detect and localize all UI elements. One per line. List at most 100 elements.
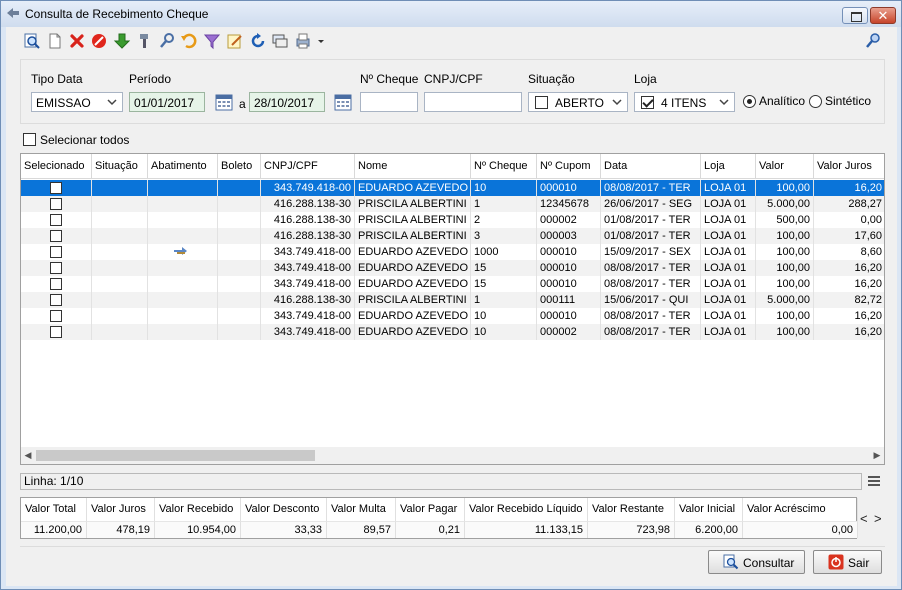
column-header[interactable]: Abatimento [148, 154, 218, 179]
cancel-icon[interactable] [90, 32, 108, 50]
row-checkbox[interactable] [50, 198, 62, 210]
close-button[interactable]: ✕ [870, 7, 896, 24]
cell-nome: EDUARDO AZEVEDO [355, 244, 471, 260]
down-arrow-icon[interactable] [113, 32, 131, 50]
loja-select[interactable]: 4 ITENS [634, 92, 735, 112]
scrollbar-thumb[interactable] [36, 450, 315, 461]
row-checkbox[interactable] [50, 230, 62, 242]
select-all-checkbox[interactable] [23, 133, 36, 146]
cell-cupom: 000010 [537, 180, 601, 196]
cheque-field[interactable] [360, 92, 418, 112]
summary-value: 478,19 [87, 521, 155, 538]
cnpj-field[interactable] [424, 92, 522, 112]
filter-icon[interactable] [203, 32, 221, 50]
column-header[interactable]: CNPJ/CPF [261, 154, 355, 179]
scroll-left-icon[interactable]: ◀ [23, 450, 33, 461]
empty-cell [218, 244, 261, 260]
empty-cell [92, 196, 148, 212]
new-doc-icon[interactable] [46, 32, 64, 50]
maximize-button[interactable] [842, 7, 868, 24]
menu-icon[interactable] [867, 475, 881, 487]
summary-next-button[interactable]: > [874, 511, 882, 526]
sair-button[interactable]: Sair [813, 550, 882, 574]
row-checkbox[interactable] [50, 246, 62, 258]
analitico-radio[interactable] [743, 95, 756, 108]
scroll-right-icon[interactable]: ▶ [872, 450, 882, 461]
periodo-end-field[interactable]: 28/10/2017 [249, 92, 325, 112]
row-checkbox[interactable] [50, 310, 62, 322]
column-header[interactable]: Selecionado [21, 154, 92, 179]
column-header[interactable]: Boleto [218, 154, 261, 179]
cell-data: 08/08/2017 - TER [601, 260, 701, 276]
key-edit-icon[interactable] [158, 32, 176, 50]
empty-cell [92, 260, 148, 276]
cell-nome: EDUARDO AZEVEDO [355, 180, 471, 196]
table-row[interactable]: 343.749.418-00 EDUARDO AZEVEDO 10 000002 08/… [21, 324, 884, 340]
table-row[interactable]: 416.288.138-30 PRISCILA ALBERTINI 1 1234567… [21, 196, 884, 212]
column-header[interactable]: Loja [701, 154, 756, 179]
empty-cell [218, 228, 261, 244]
delete-x-icon[interactable] [68, 32, 86, 50]
row-checkbox[interactable] [50, 214, 62, 226]
table-row[interactable]: 343.749.418-00 EDUARDO AZEVEDO 1000 000010 1… [21, 244, 884, 260]
table-row[interactable]: 343.749.418-00 EDUARDO AZEVEDO 15 000010 08/… [21, 276, 884, 292]
dropdown-icon[interactable] [312, 32, 324, 50]
row-checkbox[interactable] [50, 326, 62, 338]
row-checkbox[interactable] [50, 294, 62, 306]
table-row[interactable]: 343.749.418-00 EDUARDO AZEVEDO 15 000010 08/… [21, 260, 884, 276]
summary-header: Valor Juros [87, 498, 155, 521]
cell-juros: 16,20 [814, 276, 884, 292]
calendar-end-icon[interactable] [333, 92, 353, 112]
column-header[interactable]: Data [601, 154, 701, 179]
table-row[interactable]: 416.288.138-30 PRISCILA ALBERTINI 1 000111 1… [21, 292, 884, 308]
situacao-select[interactable]: ABERTO [528, 92, 628, 112]
select-all-label: Selecionar todos [40, 133, 130, 147]
sintetico-radio[interactable] [809, 95, 822, 108]
client-area: Tipo Data EMISSAO Período 01/01/2017 a 2… [6, 27, 897, 586]
cell-cnpj: 343.749.418-00 [261, 308, 355, 324]
cell-data: 01/08/2017 - TER [601, 228, 701, 244]
tipo-data-select[interactable]: EMISSAO [31, 92, 123, 112]
cell-loja: LOJA 01 [701, 276, 756, 292]
consultar-button[interactable]: Consultar [708, 550, 805, 574]
horizontal-scrollbar[interactable]: ◀ ▶ [21, 447, 884, 464]
edit-icon[interactable] [226, 32, 244, 50]
power-icon [828, 554, 844, 570]
cell-cnpj: 343.749.418-00 [261, 324, 355, 340]
row-checkbox[interactable] [50, 278, 62, 290]
layers-icon[interactable] [271, 32, 289, 50]
column-header[interactable]: Situação [92, 154, 148, 179]
column-header[interactable]: Valor [756, 154, 814, 179]
empty-cell [92, 324, 148, 340]
periodo-start-field[interactable]: 01/01/2017 [129, 92, 205, 112]
transfer-arrows-icon[interactable] [173, 246, 189, 258]
table-row[interactable]: 416.288.138-30 PRISCILA ALBERTINI 2 000002 0… [21, 212, 884, 228]
column-header[interactable]: Nº Cheque [471, 154, 537, 179]
column-header[interactable]: Nº Cupom [537, 154, 601, 179]
calendar-start-icon[interactable] [214, 92, 234, 112]
key-help-icon[interactable] [864, 32, 882, 50]
summary-prev-button[interactable]: < [860, 511, 868, 526]
refresh-icon[interactable] [249, 32, 267, 50]
undo-icon[interactable] [180, 32, 198, 50]
situacao-label: Situação [528, 72, 575, 86]
column-header[interactable]: Valor Juros [814, 154, 884, 179]
empty-cell [218, 324, 261, 340]
cell-cupom: 000010 [537, 308, 601, 324]
row-checkbox[interactable] [50, 182, 62, 194]
row-checkbox[interactable] [50, 262, 62, 274]
table-row[interactable]: 343.749.418-00 EDUARDO AZEVEDO 10 000010 08/… [21, 180, 884, 196]
table-row[interactable]: 343.749.418-00 EDUARDO AZEVEDO 10 000010 08/… [21, 308, 884, 324]
loja-checkbox[interactable] [641, 96, 654, 109]
cell-juros: 8,60 [814, 244, 884, 260]
title-bar: Consulta de Recebimento Cheque ✕ [1, 1, 901, 27]
chevron-down-icon [612, 99, 622, 106]
situacao-checkbox[interactable] [535, 96, 548, 109]
print-icon[interactable] [294, 32, 312, 50]
summary-header: Valor Recebido [155, 498, 241, 521]
column-header[interactable]: Nome [355, 154, 471, 179]
cell-loja: LOJA 01 [701, 180, 756, 196]
tool-icon[interactable] [135, 32, 153, 50]
table-row[interactable]: 416.288.138-30 PRISCILA ALBERTINI 3 000003 0… [21, 228, 884, 244]
search-doc-icon[interactable] [23, 32, 41, 50]
